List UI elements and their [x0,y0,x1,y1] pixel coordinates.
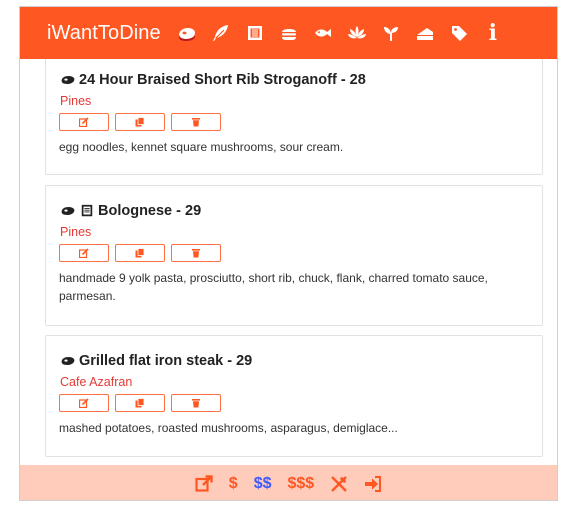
copy-icon [135,117,145,127]
info-icon[interactable]: i [479,19,507,47]
dish-card: Bolognese - 29 Pines handmade 9 yolk pas… [45,185,543,326]
delete-icon [192,118,200,127]
steak-icon [60,354,76,368]
noodle-icon[interactable] [241,19,269,47]
copy-icon [135,398,145,408]
noodle-icon [79,204,95,218]
copy-button[interactable] [115,394,165,412]
price-filter-1[interactable]: $ [229,473,238,495]
feather-icon[interactable] [207,19,235,47]
app-frame: iWantToDine i 24 Hour Braised Short Rib … [19,6,558,501]
burger-icon[interactable] [275,19,303,47]
utensils-icon[interactable] [330,473,348,495]
delete-button[interactable] [171,394,221,412]
restaurant-name[interactable]: Cafe Azafran [60,375,132,389]
edit-button[interactable] [59,244,109,262]
copy-button[interactable] [115,113,165,131]
card-actions [59,244,227,262]
tag-icon[interactable] [445,19,473,47]
card-actions [59,113,227,131]
card-actions [59,394,227,412]
restaurant-name[interactable]: Pines [60,94,91,108]
delete-icon [192,399,200,408]
edit-icon [79,398,89,408]
dish-list: 24 Hour Braised Short Rib Stroganoff - 2… [20,59,557,465]
steak-icon[interactable] [173,19,201,47]
sprout-icon[interactable] [377,19,405,47]
price-filter-2[interactable]: $$ [254,473,272,495]
top-navbar: iWantToDine i [20,7,557,59]
dish-card: 24 Hour Braised Short Rib Stroganoff - 2… [45,59,543,175]
cheese-icon[interactable] [411,19,439,47]
category-filters: i [171,19,511,47]
fish-icon[interactable] [309,19,337,47]
copy-button[interactable] [115,244,165,262]
dish-card: Grilled flat iron steak - 29 Cafe Azafra… [45,335,543,457]
steak-icon [60,73,76,87]
copy-icon [135,248,145,258]
sign-in-icon[interactable] [364,473,382,495]
delete-icon [192,249,200,258]
edit-button[interactable] [59,113,109,131]
dish-title: 24 Hour Braised Short Rib Stroganoff - 2… [60,72,366,88]
dish-title: Bolognese - 29 [60,203,201,219]
delete-button[interactable] [171,113,221,131]
edit-icon [79,248,89,258]
edit-icon [79,117,89,127]
dish-description: mashed potatoes, roasted mushrooms, aspa… [59,421,398,435]
dish-title-text: Bolognese - 29 [98,203,202,219]
dish-description: egg noodles, kennet square mushrooms, so… [59,140,344,154]
restaurant-name[interactable]: Pines [60,225,91,239]
brand-logo[interactable]: iWantToDine [47,22,161,45]
external-link-icon[interactable] [195,473,213,495]
lotus-icon[interactable] [343,19,371,47]
dish-title: Grilled flat iron steak - 29 [60,353,252,369]
dish-title-text: Grilled flat iron steak - 29 [79,353,253,369]
steak-icon [60,204,76,218]
edit-button[interactable] [59,394,109,412]
dish-description: handmade 9 yolk pasta, prosciutto, short… [59,271,488,303]
dish-title-text: 24 Hour Braised Short Rib Stroganoff - 2… [79,72,366,88]
bottom-toolbar: $ $$ $$$ [20,465,557,500]
delete-button[interactable] [171,244,221,262]
price-filter-3[interactable]: $$$ [288,473,315,495]
